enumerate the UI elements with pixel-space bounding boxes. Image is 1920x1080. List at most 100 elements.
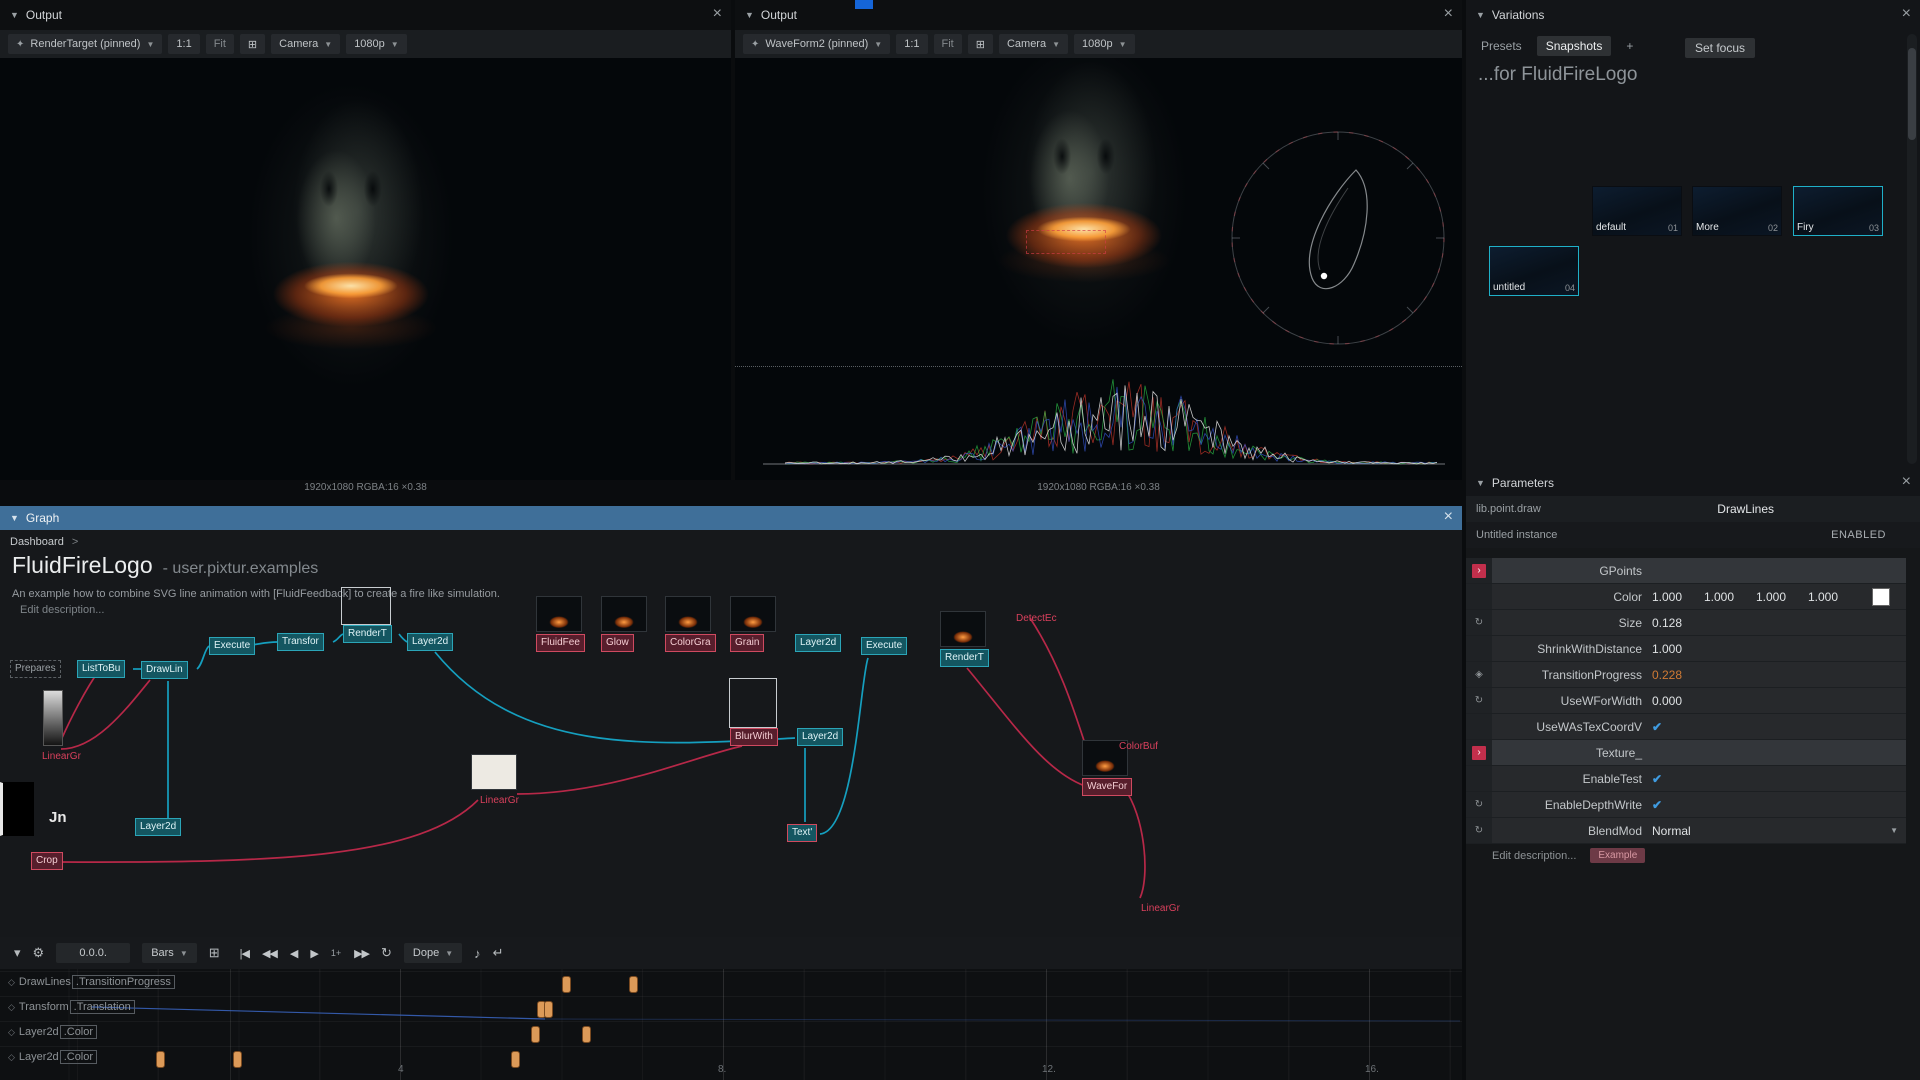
close-icon[interactable]: ×	[1902, 4, 1911, 24]
graph-node-grain[interactable]: Grain	[730, 634, 764, 652]
param-value[interactable]: 0.128	[1652, 616, 1704, 630]
playback-speed-button[interactable]: 1+	[331, 948, 341, 958]
tab-presets[interactable]: Presets	[1472, 36, 1531, 56]
graph-node-jn[interactable]: Jn	[44, 809, 72, 827]
resolution-dropdown[interactable]: 1080p ▼	[346, 34, 407, 54]
keyframe[interactable]	[544, 1001, 553, 1018]
param-row-size[interactable]: ↻Size0.128	[1466, 610, 1906, 636]
add-variation-button[interactable]: +	[1617, 36, 1642, 56]
graph-node-lineargr[interactable]: LinearGr	[1136, 900, 1185, 918]
param-value[interactable]: 0.228	[1652, 668, 1704, 682]
breadcrumb[interactable]: Dashboard >	[10, 536, 78, 548]
checkbox-checked-icon[interactable]: ✔	[1652, 772, 1662, 786]
checkbox-checked-icon[interactable]: ✔	[1652, 720, 1662, 734]
dope-row-label[interactable]: ◇Layer2d.Color	[8, 1051, 97, 1063]
param-value[interactable]: 1.000	[1652, 590, 1704, 604]
close-icon[interactable]: ×	[713, 4, 722, 24]
time-unit-dropdown[interactable]: Bars ▼	[142, 943, 197, 963]
graph-node-colorbuf[interactable]: ColorBuf	[1114, 738, 1163, 756]
graph-node-layer2d[interactable]: Layer2d	[797, 728, 843, 746]
input-connector-icon[interactable]: ›	[1472, 746, 1486, 760]
variation-thumb-firy[interactable]: Firy03	[1793, 186, 1883, 236]
set-focus-button[interactable]: Set focus	[1685, 38, 1755, 58]
graph-node-lineargr[interactable]: LinearGr	[475, 792, 524, 810]
graph-node-drawlin[interactable]: DrawLin	[141, 661, 188, 679]
scale-button[interactable]: 1:1	[896, 34, 927, 54]
play-backward-button[interactable]: ◀	[290, 947, 297, 960]
graph-node-layer2d[interactable]: Layer2d	[135, 818, 181, 836]
grid-button[interactable]: ⊞	[968, 34, 993, 54]
collapse-icon[interactable]: ▼	[10, 10, 19, 20]
resolution-dropdown[interactable]: 1080p ▼	[1074, 34, 1135, 54]
dope-row[interactable]: ◇Transform.Translation	[0, 996, 1462, 1022]
graph-node-colorgra[interactable]: ColorGra	[665, 634, 716, 652]
loop-icon[interactable]: ↻	[381, 945, 392, 961]
graph-node-lineargr[interactable]: LinearGr	[37, 748, 86, 766]
param-value[interactable]: 0.000	[1652, 694, 1704, 708]
graph-node-wavefor[interactable]: WaveFor	[1082, 778, 1132, 796]
param-row-enabledepthwrite[interactable]: ↻EnableDepthWrite✔	[1466, 792, 1906, 818]
graph-node-glow[interactable]: Glow	[601, 634, 634, 652]
dope-row[interactable]: ◇Layer2d.Color	[0, 1021, 1462, 1047]
graph-node-rendert[interactable]: RenderT	[940, 649, 989, 667]
prev-keyframe-button[interactable]: ◀◀	[262, 947, 277, 960]
param-value[interactable]: Normal	[1652, 824, 1704, 838]
keyframe[interactable]	[233, 1051, 242, 1068]
chevron-down-icon[interactable]: ▼	[1890, 826, 1898, 835]
variation-thumb-default[interactable]: default01	[1592, 186, 1682, 236]
close-icon[interactable]: ×	[1902, 472, 1911, 492]
variation-thumb-more[interactable]: More02	[1692, 186, 1782, 236]
output-source-dropdown[interactable]: ✦ RenderTarget (pinned) ▼	[8, 34, 162, 54]
keyframe[interactable]	[629, 976, 638, 993]
keyframe[interactable]	[562, 976, 571, 993]
keyframe[interactable]	[156, 1051, 165, 1068]
dope-row-label[interactable]: ◇Transform.Translation	[8, 1001, 135, 1013]
graph-node-crop[interactable]: Crop	[31, 852, 63, 870]
graph-node-transfor[interactable]: Transfor	[277, 633, 324, 651]
param-row-transitionprogress[interactable]: ◈TransitionProgress0.228	[1466, 662, 1906, 688]
scrollbar[interactable]	[1907, 34, 1917, 464]
render-view-1[interactable]	[0, 58, 731, 480]
breadcrumb-item[interactable]: Dashboard	[10, 536, 64, 548]
key-icon[interactable]: ◈	[1466, 662, 1492, 687]
node-graph-canvas[interactable]: Dashboard > FluidFireLogo - user.pixtur.…	[0, 530, 1462, 937]
param-row-color[interactable]: Color1.0001.0001.0001.000	[1466, 584, 1906, 610]
graph-node-execute[interactable]: Execute	[209, 637, 255, 655]
param-value[interactable]: 1.000	[1808, 590, 1860, 604]
collapse-icon[interactable]: ▼	[1476, 10, 1485, 20]
dope-row-label[interactable]: ◇Layer2d.Color	[8, 1026, 97, 1038]
graph-node-listtobu[interactable]: ListToBu	[77, 660, 125, 678]
color-swatch[interactable]	[1872, 588, 1890, 606]
param-row-shrinkwithdistance[interactable]: ShrinkWithDistance1.000	[1466, 636, 1906, 662]
graph-node-layer2d[interactable]: Layer2d	[407, 633, 453, 651]
collapse-icon[interactable]: ▼	[1476, 478, 1485, 488]
graph-node-rendert[interactable]: RenderT	[343, 625, 392, 643]
dope-row[interactable]: ◇DrawLines.TransitionProgress	[0, 971, 1462, 997]
graph-node-text[interactable]: Text'	[787, 824, 817, 842]
keyframe[interactable]	[511, 1051, 520, 1068]
param-row-gpoints[interactable]: ›GPoints	[1466, 558, 1906, 584]
example-tag[interactable]: Example	[1590, 848, 1645, 863]
collapse-icon[interactable]: ▼	[745, 10, 754, 20]
timeline-mode-dropdown[interactable]: Dope ▼	[404, 943, 462, 963]
param-row-blendmod[interactable]: ↻BlendModNormal▼	[1466, 818, 1906, 844]
param-row-texture_[interactable]: ›Texture_	[1466, 740, 1906, 766]
edit-description-button[interactable]: Edit description...	[1492, 850, 1576, 862]
keyframe[interactable]	[531, 1026, 540, 1043]
grid-button[interactable]: ⊞	[240, 34, 265, 54]
dope-row-label[interactable]: ◇DrawLines.TransitionProgress	[8, 976, 175, 988]
play-forward-button[interactable]: ▶	[310, 947, 317, 960]
graph-node-execute[interactable]: Execute	[861, 637, 907, 655]
jump-to-start-button[interactable]: |◀	[240, 947, 249, 960]
snap-grid-icon[interactable]: ⊞	[209, 945, 220, 961]
param-value[interactable]: 1.000	[1756, 590, 1808, 604]
enabled-badge[interactable]: ENABLED	[1831, 529, 1886, 541]
graph-node-layer2d[interactable]: Layer2d	[795, 634, 841, 652]
param-row-usewforwidth[interactable]: ↻UseWForWidth0.000	[1466, 688, 1906, 714]
param-value[interactable]: 1.000	[1652, 642, 1704, 656]
camera-dropdown[interactable]: Camera ▼	[999, 34, 1068, 54]
scrollbar-thumb[interactable]	[1908, 48, 1916, 140]
return-icon[interactable]: ↵	[493, 945, 504, 961]
input-connector-icon[interactable]: ›	[1472, 564, 1486, 578]
param-row-usewastexcoordv[interactable]: UseWAsTexCoordV✔	[1466, 714, 1906, 740]
